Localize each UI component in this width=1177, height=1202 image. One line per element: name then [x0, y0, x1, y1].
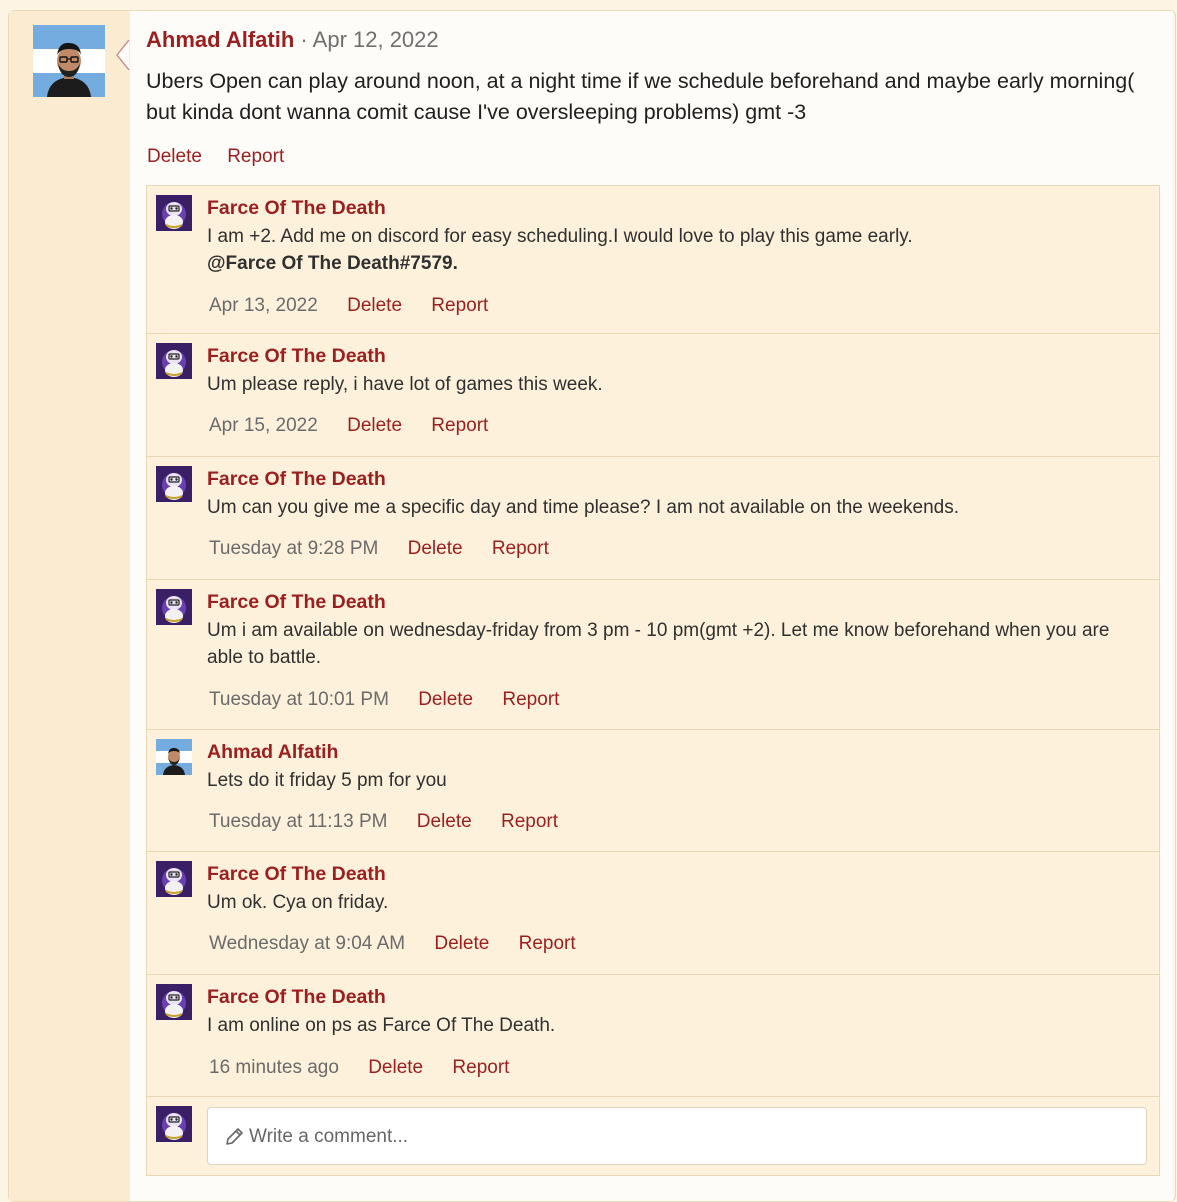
post-body: Ubers Open can play around noon, at a ni… [146, 69, 1135, 124]
comment-date[interactable]: Tuesday at 11:13 PM [209, 811, 388, 832]
comment-date[interactable]: Tuesday at 9:28 PM [209, 538, 378, 559]
comment-meta: Tuesday at 9:28 PM Delete Report [209, 537, 573, 561]
post-author-name[interactable]: Ahmad Alfatih [146, 27, 294, 52]
comment-text: I am online on ps as Farce Of The Death. [207, 1015, 556, 1036]
comment-meta: Wednesday at 9:04 AM Delete Report [209, 932, 600, 956]
comment-meta: Tuesday at 10:01 PM Delete Report [209, 688, 583, 712]
comment-text: Um i am available on wednesday-friday fr… [207, 620, 1110, 668]
post-delete-link[interactable]: Delete [147, 146, 202, 167]
comment-item: Farce Of The Death Um please reply, i ha… [147, 334, 1159, 457]
comment-text: I am +2. Add me on discord for easy sche… [207, 223, 1147, 277]
ahmad-avatar[interactable] [156, 739, 192, 775]
comment-report-link[interactable]: Report [502, 689, 559, 710]
comment-item: Farce Of The Death I am online on ps as … [147, 975, 1159, 1097]
write-comment-placeholder: Write a comment... [249, 1126, 409, 1147]
comment-report-link[interactable]: Report [519, 933, 576, 954]
author-sidebar [9, 11, 130, 1201]
write-comment-input[interactable]: Write a comment... [207, 1107, 1147, 1165]
comment-date[interactable]: 16 minutes ago [209, 1057, 339, 1078]
comment-author-name[interactable]: Farce Of The Death [207, 862, 386, 886]
comment-report-link[interactable]: Report [431, 415, 488, 436]
comment-author-name[interactable]: Farce Of The Death [207, 344, 386, 368]
comment-meta: 16 minutes ago Delete Report [209, 1056, 533, 1080]
dragonite-avatar[interactable] [156, 466, 192, 502]
comment-text: Um can you give me a specific day and ti… [207, 497, 959, 518]
comment-delete-link[interactable]: Delete [347, 295, 402, 316]
comment-text-line: I am +2. Add me on discord for easy sche… [207, 226, 913, 247]
dragonite-avatar [156, 1106, 192, 1142]
pencil-icon [226, 1128, 243, 1145]
comment-date[interactable]: Wednesday at 9:04 AM [209, 933, 405, 954]
dragonite-avatar[interactable] [156, 861, 192, 897]
comment-item: Farce Of The Death Um ok. Cya on friday.… [147, 852, 1159, 975]
comment-item: Ahmad Alfatih Lets do it friday 5 pm for… [147, 730, 1159, 852]
comment-author-name[interactable]: Farce Of The Death [207, 196, 386, 220]
comment-delete-link[interactable]: Delete [408, 538, 463, 559]
comment-delete-link[interactable]: Delete [417, 811, 472, 832]
comment-item: Farce Of The Death Um i am available on … [147, 580, 1159, 730]
comment-delete-link[interactable]: Delete [347, 415, 402, 436]
dragonite-avatar[interactable] [156, 984, 192, 1020]
comment-text: Um please reply, i have lot of games thi… [207, 374, 603, 395]
dragonite-avatar[interactable] [156, 589, 192, 625]
comment-delete-link[interactable]: Delete [368, 1057, 423, 1078]
comment-author-name[interactable]: Farce Of The Death [207, 590, 386, 614]
comment-delete-link[interactable]: Delete [418, 689, 473, 710]
comment-date[interactable]: Tuesday at 10:01 PM [209, 689, 389, 710]
comment-composer: Write a comment... [147, 1097, 1159, 1175]
post-actions: Delete Report [147, 145, 304, 169]
comment-delete-link[interactable]: Delete [434, 933, 489, 954]
comment-text: Um ok. Cya on friday. [207, 892, 389, 913]
post-date[interactable]: Apr 12, 2022 [313, 27, 439, 52]
comment-list: Farce Of The Death I am +2. Add me on di… [146, 185, 1160, 1176]
comment-text: Lets do it friday 5 pm for you [207, 770, 447, 791]
comment-date[interactable]: Apr 13, 2022 [209, 295, 318, 316]
comment-report-link[interactable]: Report [492, 538, 549, 559]
dragonite-avatar[interactable] [156, 195, 192, 231]
post-report-link[interactable]: Report [227, 146, 284, 167]
post-header: Ahmad Alfatih · Apr 12, 2022 [146, 26, 439, 54]
comment-item: Farce Of The Death I am +2. Add me on di… [147, 186, 1159, 334]
comment-author-name[interactable]: Farce Of The Death [207, 985, 386, 1009]
dragonite-avatar[interactable] [156, 343, 192, 379]
header-separator: · [300, 27, 308, 52]
comment-date[interactable]: Apr 15, 2022 [209, 415, 318, 436]
speech-pointer-icon [116, 40, 130, 70]
discord-tag: @Farce Of The Death#7579. [207, 253, 458, 274]
comment-report-link[interactable]: Report [431, 295, 488, 316]
post-author-avatar[interactable] [33, 25, 105, 97]
comment-item: Farce Of The Death Um can you give me a … [147, 457, 1159, 580]
comment-meta: Apr 15, 2022 Delete Report [209, 414, 512, 438]
comment-meta: Apr 13, 2022 Delete Report [209, 294, 512, 318]
comment-report-link[interactable]: Report [452, 1057, 509, 1078]
comment-author-name[interactable]: Farce Of The Death [207, 467, 386, 491]
comment-meta: Tuesday at 11:13 PM Delete Report [209, 810, 582, 834]
comment-author-name[interactable]: Ahmad Alfatih [207, 740, 338, 764]
comment-report-link[interactable]: Report [501, 811, 558, 832]
